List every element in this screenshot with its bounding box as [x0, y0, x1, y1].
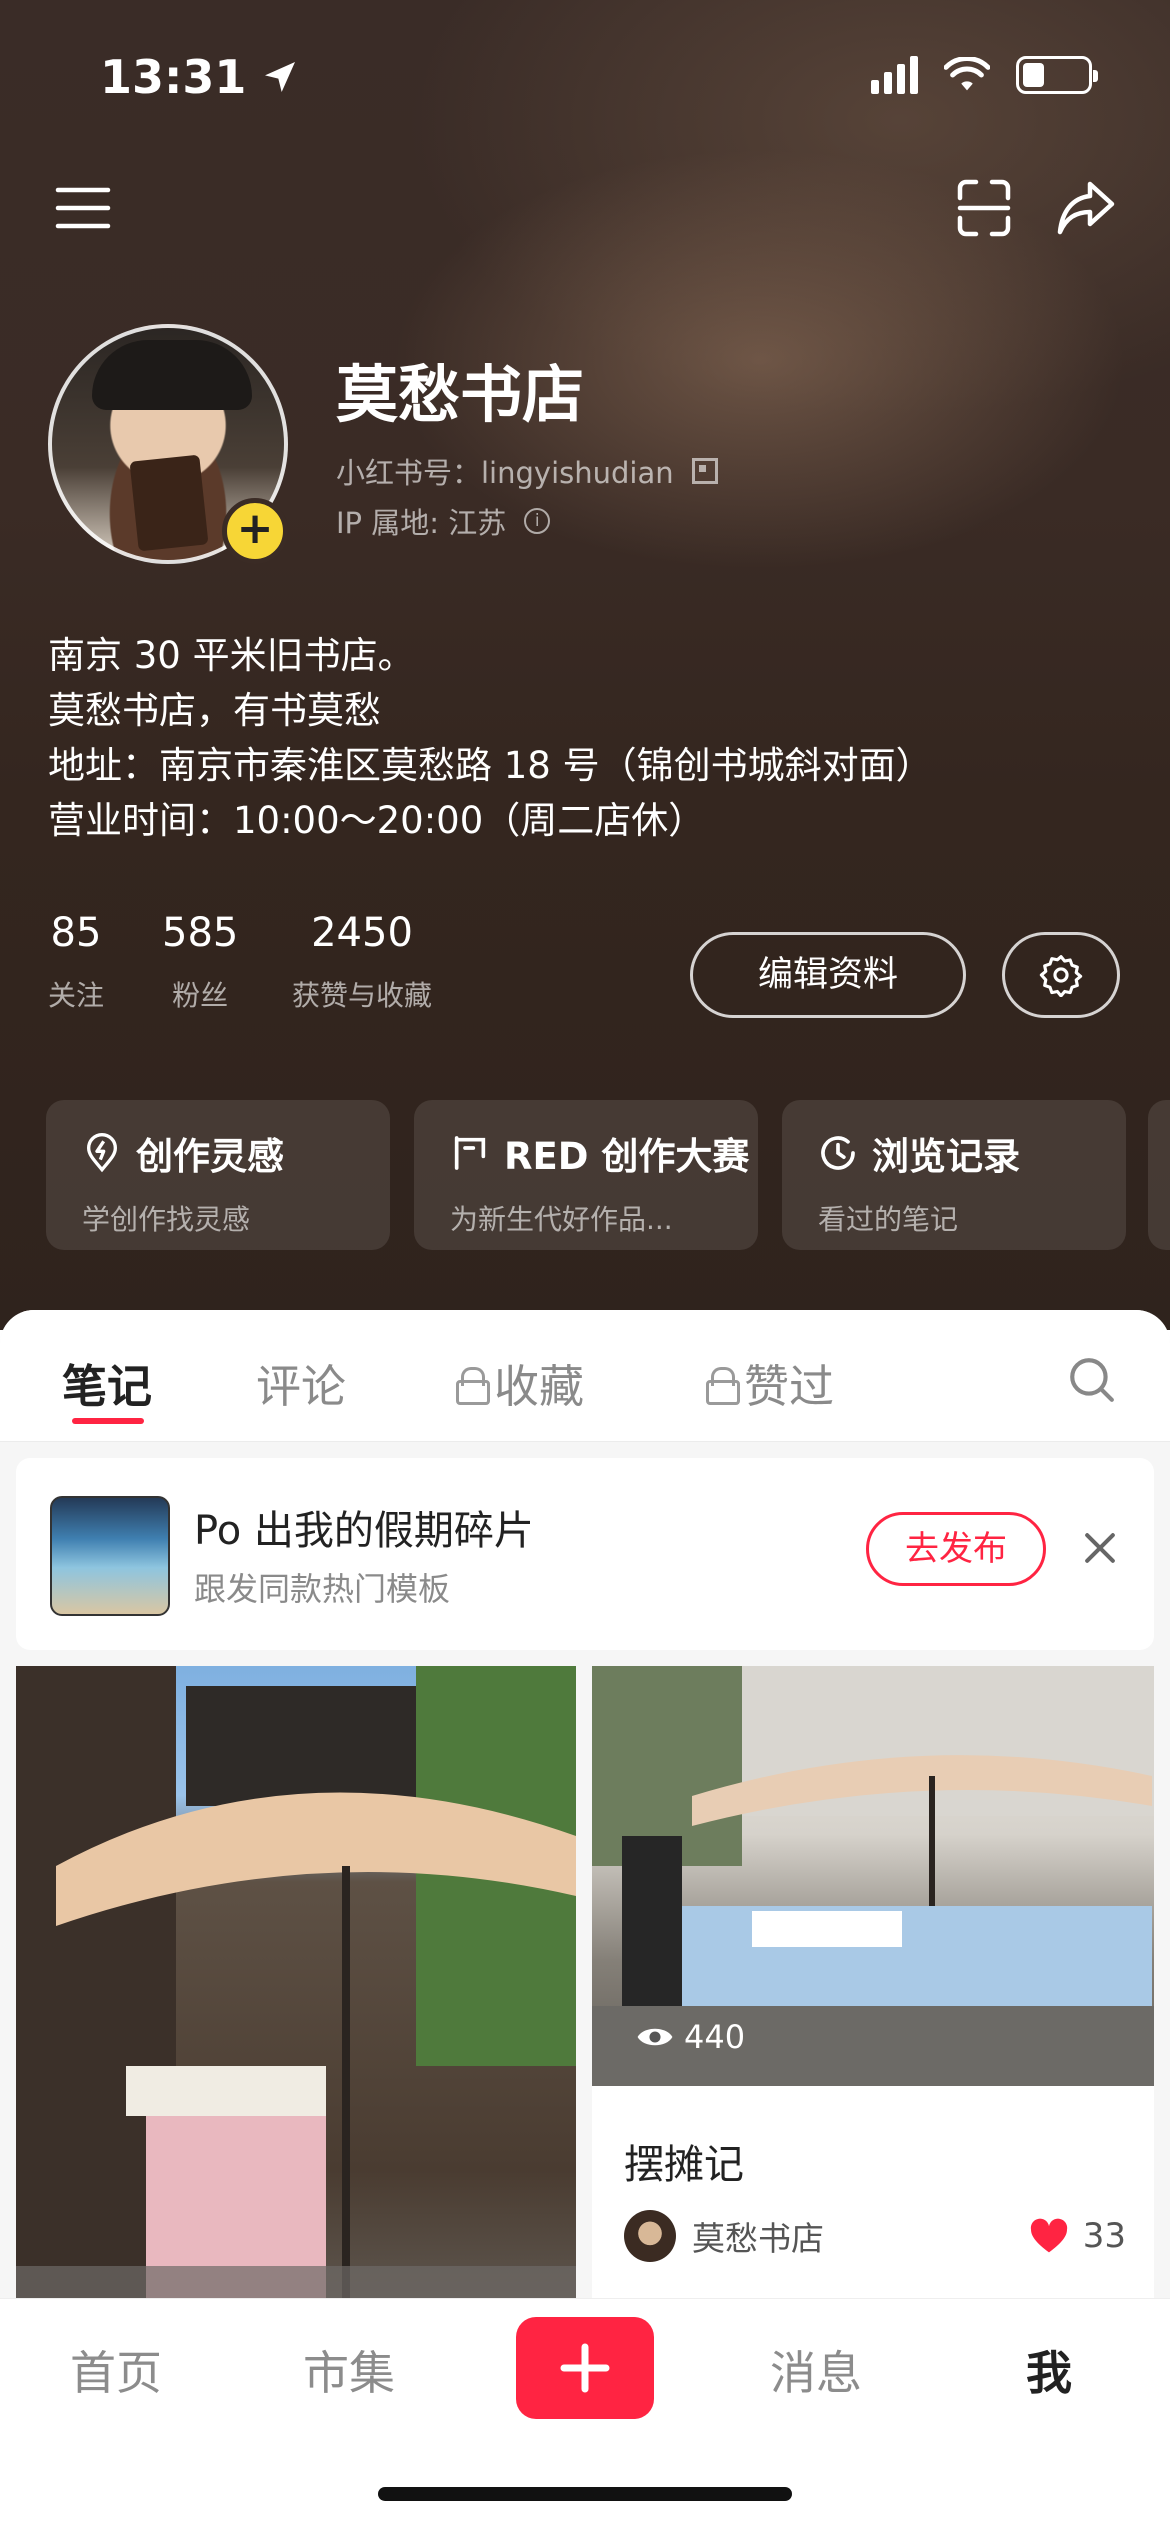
note-author[interactable]: 莫愁书店 — [624, 2210, 824, 2262]
settings-button[interactable] — [1002, 932, 1120, 1018]
battery-icon — [1016, 56, 1098, 94]
note-cover-image[interactable] — [16, 1666, 576, 2386]
publish-button[interactable]: 去发布 — [866, 1512, 1046, 1586]
status-time: 13:31 — [100, 50, 300, 104]
status-indicators — [871, 56, 1098, 94]
edit-profile-button[interactable]: 编辑资料 — [690, 932, 966, 1018]
share-icon[interactable] — [1056, 178, 1116, 238]
lightbulb-pin-icon — [86, 1133, 118, 1173]
gear-icon — [1039, 955, 1083, 997]
card-inspiration[interactable]: 创作灵感 学创作找灵感 — [46, 1100, 390, 1250]
qr-code-icon[interactable] — [691, 458, 718, 484]
promo-thumbnail — [50, 1496, 170, 1616]
search-icon[interactable] — [1066, 1354, 1116, 1404]
tab-notes[interactable]: 笔记 — [62, 1350, 152, 1415]
lock-icon — [456, 1366, 490, 1405]
stat-likes-collects[interactable]: 2450 获赞与收藏 — [292, 910, 432, 1014]
profile-header: 13:31 + 莫愁书店 小红书号：lingyishudian IP 属地: 江… — [0, 0, 1170, 1330]
info-icon[interactable]: i — [524, 508, 551, 534]
lock-icon — [706, 1366, 740, 1405]
profile-bio: 南京 30 平米旧书店。 莫愁书店，有书莫愁 地址：南京市秦淮区莫愁路 18 号… — [48, 634, 933, 842]
profile-nickname: 莫愁书店 — [336, 358, 585, 431]
heart-icon — [1030, 2218, 1067, 2253]
stat-following[interactable]: 85 关注 — [48, 910, 104, 1014]
view-count: 440 — [636, 2018, 745, 2056]
wifi-icon — [944, 57, 990, 91]
content-tabs: 笔记 评论 收藏 赞过 — [0, 1310, 1170, 1442]
tab-collections[interactable]: 收藏 — [456, 1350, 584, 1415]
frame-icon — [454, 1136, 486, 1170]
nav-market[interactable]: 市集 — [303, 2337, 395, 2403]
eye-icon — [637, 2028, 673, 2046]
scan-icon[interactable] — [954, 178, 1014, 238]
home-indicator — [378, 2487, 792, 2501]
cellular-signal-icon — [871, 56, 918, 94]
nav-messages[interactable]: 消息 — [770, 2337, 862, 2403]
add-avatar-button[interactable]: + — [222, 498, 288, 564]
card-red-contest[interactable]: RED 创作大赛 为新生代好作品... — [414, 1100, 758, 1250]
tab-liked[interactable]: 赞过 — [706, 1350, 834, 1415]
nav-home[interactable]: 首页 — [70, 2337, 162, 2403]
close-icon[interactable] — [1078, 1526, 1122, 1570]
tab-indicator — [72, 1418, 144, 1424]
card-more[interactable] — [1148, 1100, 1170, 1250]
card-history[interactable]: 浏览记录 看过的笔记 — [782, 1100, 1126, 1250]
red-id: 小红书号：lingyishudian — [336, 450, 718, 492]
nav-me[interactable]: 我 — [1026, 2337, 1072, 2403]
menu-icon[interactable] — [54, 178, 114, 238]
umbrella-stall-photo — [16, 1666, 576, 2386]
create-post-button[interactable] — [516, 2317, 654, 2419]
template-promo[interactable]: Po 出我的假期碎片 跟发同款热门模板 去发布 — [16, 1458, 1154, 1650]
like-button[interactable]: 33 — [1029, 2216, 1126, 2256]
location-arrow-icon — [265, 62, 296, 92]
bottom-tab-bar: 首页 市集 消息 我 — [0, 2298, 1170, 2532]
note-title: 摆摊记 — [624, 2142, 744, 2188]
plus-icon — [560, 2343, 610, 2393]
tab-comments[interactable]: 评论 — [256, 1350, 346, 1415]
ip-location: IP 属地: 江苏 i — [336, 500, 551, 542]
author-avatar — [624, 2210, 676, 2262]
clock-icon — [821, 1136, 855, 1170]
note-card[interactable]: 440 摆摊记 莫愁书店 33 — [592, 1666, 1154, 2386]
stat-followers[interactable]: 585 粉丝 — [162, 910, 238, 1014]
